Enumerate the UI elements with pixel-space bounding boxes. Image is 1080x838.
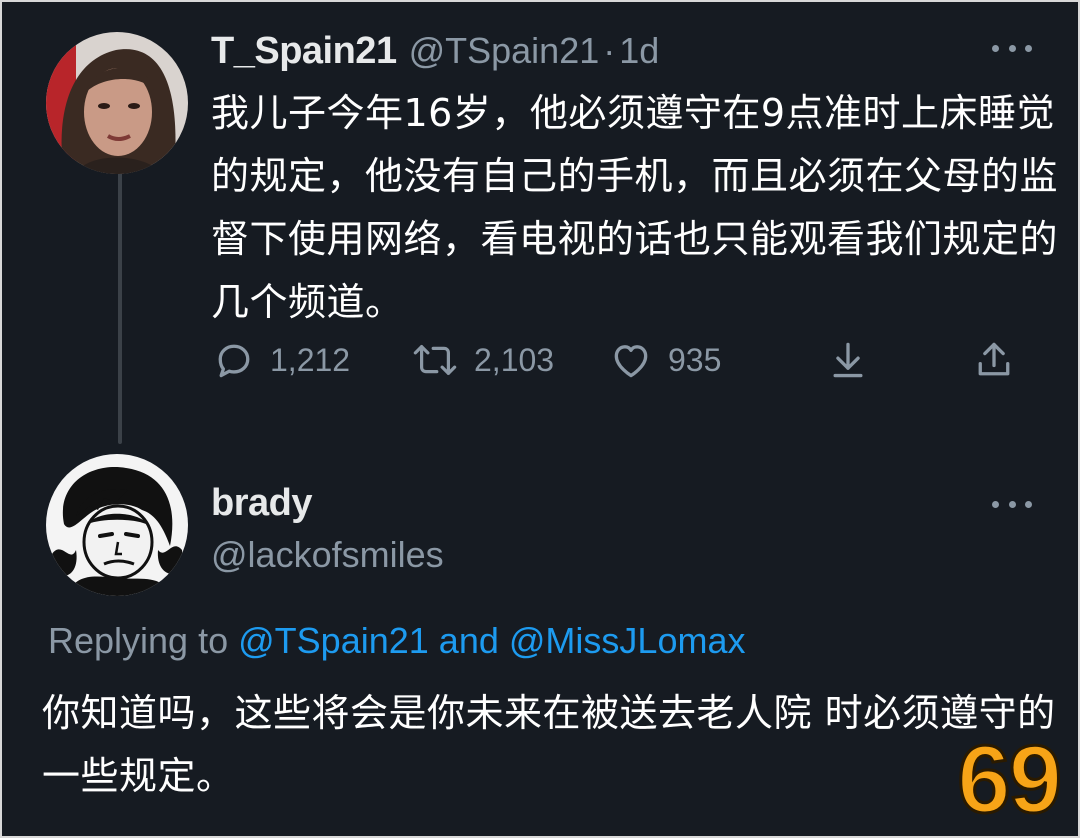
tweet-text: 我儿子今年16岁，他必须遵守在9点准时上床睡觉的规定，他没有自己的手机，而且必须… [211, 91, 1059, 324]
screenshot-frame: T_Spain21 @TSpain21 · 1d 我儿子今年16岁，他必须遵守在… [0, 0, 1080, 838]
reply-author-name-wrapper: brady [211, 482, 312, 525]
reply-button[interactable]: 1,212 [212, 338, 350, 382]
retweet-count: 2,103 [474, 341, 555, 378]
like-icon [614, 345, 648, 378]
mention-tspain21[interactable]: @TSpain21 [238, 620, 429, 661]
reply-icon [218, 344, 250, 378]
reply-text: 你知道吗，这些将会是你未来在被送去老人院 时必须遵守的一些规定。 [42, 691, 1056, 798]
download-button[interactable] [826, 338, 870, 382]
share-icon [978, 342, 1010, 376]
share-button[interactable] [972, 338, 1016, 382]
page-number-badge: 69 [956, 726, 1064, 833]
author-name[interactable]: T_Spain21 [211, 30, 397, 73]
avatar-manga-image [46, 454, 188, 596]
replying-prefix: Replying to [48, 620, 229, 661]
tweet-actions-bar: 1,212 2,103 935 [212, 338, 1022, 388]
tweet-timestamp[interactable]: 1d [619, 30, 659, 72]
meta-separator: · [603, 30, 616, 71]
reply-count: 1,212 [270, 341, 351, 378]
thread-connector-line [118, 172, 122, 444]
like-button[interactable]: 935 [608, 338, 721, 382]
reply-author-name[interactable]: brady [211, 482, 312, 524]
retweet-icon [413, 345, 457, 375]
retweet-button[interactable]: 2,103 [410, 338, 554, 382]
download-icon [833, 342, 863, 378]
avatar-tspain21[interactable] [46, 32, 188, 174]
tweet-header: T_Spain21 @TSpain21 · 1d [211, 30, 659, 73]
mention-conjunction: and [438, 620, 499, 661]
like-count: 935 [668, 341, 722, 378]
reply-author-handle[interactable]: @lackofsmiles [211, 534, 444, 576]
reply-more-icon[interactable] [992, 498, 1032, 510]
mention-missjlomax[interactable]: @MissJLomax [509, 620, 746, 661]
replying-to-line: Replying to @TSpain21 and @MissJLomax [48, 620, 745, 662]
author-handle[interactable]: @TSpain21 [409, 30, 600, 72]
avatar-woman-image [46, 32, 188, 174]
more-icon[interactable] [992, 42, 1032, 54]
avatar-brady[interactable] [46, 454, 188, 596]
